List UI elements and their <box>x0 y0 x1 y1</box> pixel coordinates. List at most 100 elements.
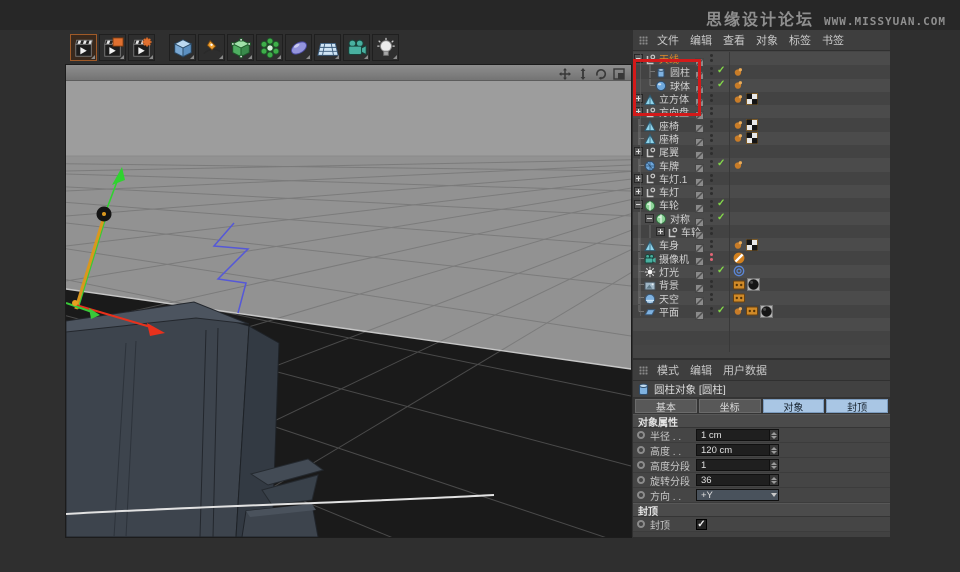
layer-toggle-icon[interactable] <box>695 293 704 307</box>
viewport-pan-icon[interactable] <box>559 67 571 80</box>
tab-对象[interactable]: 对象 <box>762 399 825 414</box>
visibility-dots[interactable] <box>710 133 713 142</box>
object-row[interactable]: 车轮 <box>633 224 890 240</box>
object-manager-menu-查看[interactable]: 查看 <box>723 32 745 48</box>
visibility-dots[interactable] <box>710 93 713 102</box>
phong-tag-icon[interactable] <box>733 119 744 131</box>
object-row[interactable]: 座椅 <box>633 118 890 134</box>
texture-tag-icon[interactable] <box>746 306 758 316</box>
material-tag-icon[interactable] <box>747 278 760 292</box>
object-manager-menu-编辑[interactable]: 编辑 <box>690 32 712 48</box>
section-header[interactable]: 封顶 <box>633 503 890 518</box>
layer-toggle-icon[interactable] <box>695 107 704 121</box>
phong-tag-icon[interactable] <box>733 305 744 317</box>
object-row[interactable]: 灯光 ✓ <box>633 264 890 280</box>
visibility-dots[interactable] <box>710 280 713 289</box>
tab-坐标[interactable]: 坐标 <box>698 399 761 414</box>
animation-ring-icon[interactable] <box>637 446 645 454</box>
layer-toggle-icon[interactable] <box>695 54 704 67</box>
enabled-check-icon[interactable]: ✓ <box>717 212 725 223</box>
object-manager-menu-对象[interactable]: 对象 <box>756 32 778 48</box>
texture-tag-icon[interactable] <box>733 293 745 303</box>
caps-checkbox[interactable]: ✓ <box>696 518 707 530</box>
animation-ring-icon[interactable] <box>637 491 645 499</box>
toolbar-light-icon[interactable] <box>372 34 399 61</box>
object-row[interactable]: 座椅 <box>633 131 890 147</box>
object-row[interactable]: 背景 <box>633 278 890 294</box>
collapse-icon[interactable] <box>633 198 644 211</box>
visibility-dots[interactable] <box>710 54 713 62</box>
toolbar-render-picture-viewer-icon[interactable] <box>99 34 126 61</box>
object-row[interactable]: 尾翼 <box>633 145 890 161</box>
layer-toggle-icon[interactable] <box>695 120 704 134</box>
tab-基本[interactable]: 基本 <box>635 399 697 414</box>
phong-tag-icon[interactable] <box>733 93 744 105</box>
viewport-toggle-view-icon[interactable] <box>613 67 625 80</box>
value-input[interactable]: 36 <box>696 474 779 486</box>
expand-icon[interactable] <box>633 105 644 118</box>
stepper-arrows-icon[interactable] <box>769 445 778 455</box>
object-row[interactable]: 天空 <box>633 291 890 307</box>
enabled-check-icon[interactable]: ✓ <box>717 79 725 90</box>
viewport-canvas[interactable] <box>66 81 631 537</box>
layer-toggle-icon[interactable] <box>695 187 704 200</box>
stepper-arrows-icon[interactable] <box>769 430 778 440</box>
animation-ring-icon[interactable] <box>637 431 645 439</box>
layer-toggle-icon[interactable] <box>695 147 704 161</box>
collapse-icon[interactable] <box>644 212 655 225</box>
visibility-dots[interactable] <box>710 266 713 275</box>
value-input[interactable]: 1 cm <box>696 429 779 441</box>
expand-icon[interactable] <box>633 185 644 198</box>
layer-toggle-icon[interactable] <box>695 200 704 214</box>
orientation-dropdown[interactable]: +Y <box>696 489 779 501</box>
layer-toggle-icon[interactable] <box>695 307 704 320</box>
phong-tag-icon[interactable] <box>733 132 744 144</box>
viewport-dolly-icon[interactable] <box>577 67 589 80</box>
object-row[interactable]: 方向盘 <box>633 105 890 121</box>
viewport[interactable] <box>65 64 632 538</box>
material-tag-icon[interactable] <box>760 304 773 318</box>
object-row[interactable]: 摄像机 <box>633 251 890 267</box>
layer-toggle-icon[interactable] <box>695 160 704 174</box>
toolbar-render-settings-icon[interactable] <box>128 34 155 61</box>
section-header[interactable]: 对象属性 <box>633 414 890 429</box>
object-row[interactable]: 车灯.1 <box>633 171 890 187</box>
layer-toggle-icon[interactable] <box>695 67 704 81</box>
object-row[interactable]: 球体 ✓ <box>633 78 890 94</box>
layer-toggle-icon[interactable] <box>695 227 704 240</box>
visibility-dots[interactable] <box>710 173 713 182</box>
layer-toggle-icon[interactable] <box>695 267 704 280</box>
layer-toggle-icon[interactable] <box>695 81 704 94</box>
visibility-dots[interactable] <box>710 253 713 262</box>
toolbar-deformers-flower-icon[interactable] <box>256 34 283 61</box>
expand-icon[interactable] <box>655 225 666 238</box>
stepper-arrows-icon[interactable] <box>769 475 778 485</box>
toolbar-spline-pen-icon[interactable] <box>198 34 225 61</box>
toolbar-render-view-icon[interactable] <box>70 34 97 61</box>
object-manager-menu-文件[interactable]: 文件 <box>657 32 679 48</box>
object-row[interactable]: 车身 <box>633 238 890 254</box>
visibility-dots[interactable] <box>710 240 713 249</box>
object-manager-menu-标签[interactable]: 标签 <box>789 32 811 48</box>
layer-toggle-icon[interactable] <box>695 240 704 254</box>
noentry-tag-icon[interactable] <box>733 252 745 264</box>
expand-icon[interactable] <box>633 172 644 185</box>
checker-tag-icon[interactable] <box>746 132 758 145</box>
value-input[interactable]: 1 <box>696 459 779 471</box>
toolbar-floor-environment-icon[interactable] <box>314 34 341 61</box>
phong-tag-icon[interactable] <box>733 66 744 78</box>
enabled-check-icon[interactable]: ✓ <box>717 158 725 169</box>
expand-icon[interactable] <box>633 92 644 105</box>
object-row[interactable]: 车牌 ✓ <box>633 158 890 174</box>
toolbar-add-primitive-cube-icon[interactable] <box>169 34 196 61</box>
viewport-rotate-icon[interactable] <box>595 67 607 80</box>
checker-tag-icon[interactable] <box>746 238 758 251</box>
collapse-icon[interactable] <box>633 52 644 65</box>
target-tag-icon[interactable] <box>733 265 745 277</box>
attribute-manager-menu-用户数据[interactable]: 用户数据 <box>723 362 767 378</box>
visibility-dots[interactable] <box>710 226 713 235</box>
tab-封顶[interactable]: 封顶 <box>826 399 888 414</box>
drag-handle-icon[interactable] <box>639 365 648 375</box>
attribute-manager-menu-模式[interactable]: 模式 <box>657 362 679 378</box>
animation-ring-icon[interactable] <box>637 476 645 484</box>
